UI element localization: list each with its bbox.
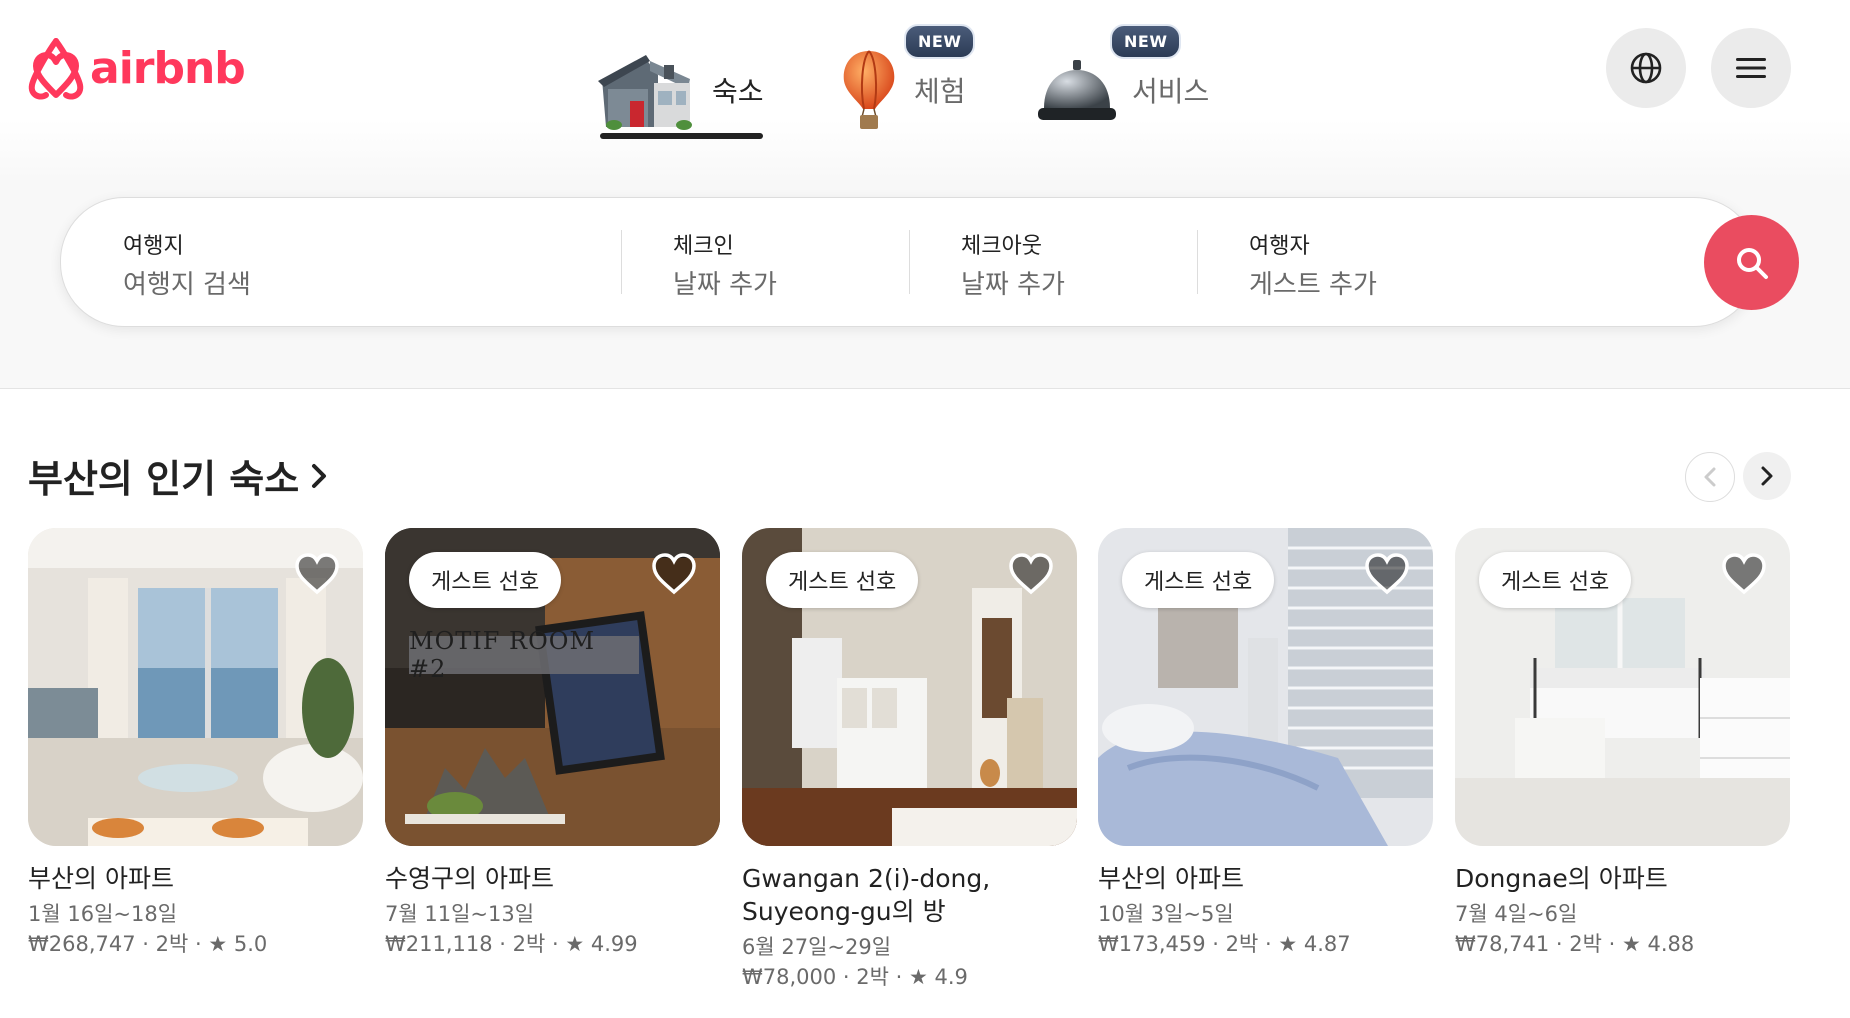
listing-photo[interactable]: 게스트 선호	[742, 528, 1077, 846]
heart-icon[interactable]	[1007, 550, 1055, 598]
listing-price: ₩173,459 · 2박	[1098, 932, 1259, 956]
listing-title: 부산의 아파트	[28, 864, 174, 893]
separator: ·	[552, 932, 566, 956]
header: airbnb 숙소 체험 NEW 서비스 NEW 여행지 여행지 검색 체크인 …	[0, 0, 1850, 389]
listing-price-rating: ₩78,000 · 2박 · ★ 4.9	[742, 962, 1077, 993]
destination-label: 여행지	[123, 234, 184, 259]
guests-input[interactable]: 게스트 추가	[1249, 264, 1377, 301]
listing-rating: 5.0	[233, 932, 268, 956]
carousel-prev-button[interactable]	[1685, 452, 1735, 502]
house-icon	[598, 55, 692, 130]
chevron-left-icon	[1704, 467, 1716, 487]
listing-price: ₩78,741 · 2박	[1455, 932, 1602, 956]
guest-favorite-badge: 게스트 선호	[409, 552, 562, 608]
listing-price: ₩268,747 · 2박	[28, 932, 189, 956]
hamburger-menu-icon	[1736, 58, 1766, 78]
guests-field[interactable]: 여행자 게스트 추가	[1249, 198, 1669, 326]
new-badge: NEW	[904, 24, 976, 59]
listing-dates: 6월 27일~29일	[742, 935, 892, 959]
destination-field[interactable]: 여행지 여행지 검색	[123, 198, 623, 326]
menu-button[interactable]	[1711, 28, 1791, 108]
checkout-field[interactable]: 체크아웃 날짜 추가	[961, 198, 1201, 326]
listing-title: Dongnae의 아파트	[1455, 864, 1668, 893]
guest-favorite-badge: 게스트 선호	[1122, 552, 1275, 608]
listing-price-rating: ₩268,747 · 2박 · ★ 5.0	[28, 929, 363, 960]
divider	[621, 230, 622, 294]
listing-rating: 4.9	[934, 965, 968, 989]
divider	[909, 230, 910, 294]
search-bar: 여행지 여행지 검색 체크인 날짜 추가 체크아웃 날짜 추가 여행자 게스트 …	[60, 197, 1799, 327]
tab-experiences-label: 체험	[914, 75, 966, 108]
heart-icon[interactable]	[1720, 550, 1768, 598]
listing-rating: 4.87	[1303, 932, 1351, 956]
star-icon: ★	[208, 932, 228, 956]
separator: ·	[195, 932, 209, 956]
listing-dates: 7월 11일~13일	[385, 902, 535, 926]
new-badge: NEW	[1110, 24, 1182, 59]
listing-photo[interactable]	[28, 528, 363, 846]
listing-photo[interactable]: 게스트 선호	[1098, 528, 1433, 846]
section-title-link[interactable]: 부산의 인기 숙소	[28, 448, 329, 503]
heart-icon[interactable]	[293, 550, 341, 598]
listing-card[interactable]: MOTIF ROOM #2 게스트 선호 수영구의 아파트 7월 11일~13일…	[385, 528, 720, 960]
listing-card[interactable]: 게스트 선호 부산의 아파트 10월 3일~5일 ₩173,459 · 2박 ·…	[1098, 528, 1433, 960]
heart-icon[interactable]	[1363, 550, 1411, 598]
airbnb-logo-icon	[28, 38, 84, 100]
listing-price-rating: ₩211,118 · 2박 · ★ 4.99	[385, 929, 720, 960]
listing-photo[interactable]: 게스트 선호	[1455, 528, 1790, 846]
listing-dates: 10월 3일~5일	[1098, 902, 1234, 926]
search-icon	[1736, 247, 1768, 279]
section-title: 부산의 인기 숙소	[28, 457, 300, 501]
heart-icon[interactable]	[650, 550, 698, 598]
listing-dates: 1월 16일~18일	[28, 902, 178, 926]
globe-icon	[1630, 52, 1662, 84]
listing-photo[interactable]: MOTIF ROOM #2 게스트 선호	[385, 528, 720, 846]
hot-air-balloon-icon	[843, 50, 895, 129]
tab-services-label: 서비스	[1132, 75, 1210, 108]
star-icon: ★	[1622, 932, 1641, 956]
chevron-right-icon	[1761, 466, 1773, 486]
separator: ·	[895, 965, 909, 989]
active-tab-indicator	[600, 133, 763, 139]
checkin-label: 체크인	[673, 234, 734, 259]
guests-label: 여행자	[1249, 234, 1310, 259]
photo-sign-text: MOTIF ROOM #2	[409, 627, 596, 683]
carousel-next-button[interactable]	[1743, 452, 1791, 500]
chevron-right-icon	[312, 463, 327, 488]
listing-rating: 4.88	[1647, 932, 1695, 956]
guest-favorite-badge: 게스트 선호	[766, 552, 919, 608]
checkout-input[interactable]: 날짜 추가	[961, 264, 1065, 301]
listing-price: ₩78,000 · 2박	[742, 965, 889, 989]
star-icon: ★	[1278, 932, 1298, 956]
tab-stays-label: 숙소	[712, 75, 764, 108]
listing-price: ₩211,118 · 2박	[385, 932, 546, 956]
listing-price-rating: ₩78,741 · 2박 · ★ 4.88	[1455, 929, 1790, 960]
listing-card[interactable]: 게스트 선호 Gwangan 2(i)-dong, Suyeong-gu의 방 …	[742, 528, 1077, 993]
listing-dates: 7월 4일~6일	[1455, 902, 1578, 926]
checkin-field[interactable]: 체크인 날짜 추가	[673, 198, 913, 326]
listing-card[interactable]: 게스트 선호 Dongnae의 아파트 7월 4일~6일 ₩78,741 · 2…	[1455, 528, 1790, 960]
star-icon: ★	[565, 932, 585, 956]
service-bell-icon	[1038, 60, 1116, 120]
divider	[1197, 230, 1198, 294]
destination-input[interactable]: 여행지 검색	[123, 264, 251, 301]
listing-card[interactable]: 부산의 아파트 1월 16일~18일 ₩268,747 · 2박 · ★ 5.0	[28, 528, 363, 960]
airbnb-wordmark: airbnb	[90, 42, 246, 94]
search-button[interactable]	[1704, 215, 1799, 310]
listing-title: Gwangan 2(i)-dong, Suyeong-gu의 방	[742, 864, 991, 926]
airbnb-logo[interactable]: airbnb	[28, 34, 246, 102]
listing-title: 수영구의 아파트	[385, 864, 554, 893]
listing-price-rating: ₩173,459 · 2박 · ★ 4.87	[1098, 929, 1433, 960]
star-icon: ★	[909, 965, 928, 989]
checkin-input[interactable]: 날짜 추가	[673, 264, 777, 301]
separator: ·	[1265, 932, 1279, 956]
tab-stays[interactable]: 숙소	[598, 40, 764, 140]
listing-rating: 4.99	[590, 932, 638, 956]
checkout-label: 체크아웃	[961, 234, 1042, 259]
guest-favorite-badge: 게스트 선호	[1479, 552, 1632, 608]
listing-title: 부산의 아파트	[1098, 864, 1244, 893]
separator: ·	[1608, 932, 1622, 956]
language-button[interactable]	[1606, 28, 1686, 108]
